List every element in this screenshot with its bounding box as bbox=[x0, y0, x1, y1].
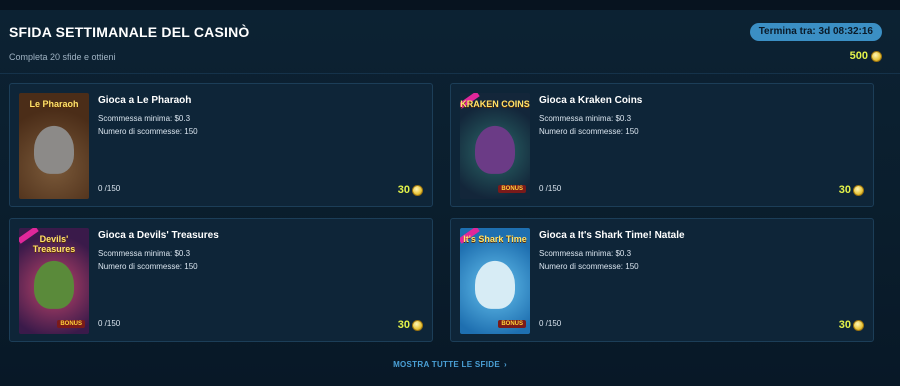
show-all-challenges-link[interactable]: MOSTRA TUTTE LE SFIDE › bbox=[0, 360, 900, 369]
challenge-title: Gioca a It's Shark Time! Natale bbox=[539, 230, 685, 241]
game-logo: KRAKEN COINS bbox=[460, 99, 530, 109]
challenge-min-bet: Scommessa minima: $0.3 bbox=[539, 114, 632, 123]
game-logo: It's Shark Time bbox=[463, 234, 527, 244]
coin-icon bbox=[412, 184, 423, 196]
challenge-min-bet: Scommessa minima: $0.3 bbox=[98, 249, 191, 258]
game-thumbnail-le-pharaoh[interactable]: Le Pharaoh bbox=[19, 93, 89, 199]
countdown-timer-badge: Termina tra: 3d 08:32:16 bbox=[749, 23, 882, 41]
challenge-bet-count: Numero di scommesse: 150 bbox=[98, 262, 198, 271]
coin-icon bbox=[871, 50, 882, 62]
challenge-min-bet: Scommessa minima: $0.3 bbox=[539, 249, 632, 258]
challenge-reward: 30 bbox=[398, 184, 423, 196]
challenge-progress: 0 /150 bbox=[539, 319, 562, 328]
challenge-reward-value: 30 bbox=[838, 319, 851, 331]
game-character-image bbox=[34, 125, 74, 174]
challenge-progress: 0 /150 bbox=[98, 184, 121, 193]
game-character-image bbox=[475, 260, 515, 309]
challenge-reward: 30 bbox=[839, 184, 864, 196]
coin-icon bbox=[853, 319, 864, 331]
game-logo: Devils' Treasures bbox=[32, 234, 76, 254]
show-all-label: MOSTRA TUTTE LE SFIDE bbox=[393, 360, 500, 369]
page-title: SFIDA SETTIMANALE DEL CASINÒ bbox=[9, 24, 250, 40]
game-thumbnail-devils-treasures[interactable]: Devils' Treasures BONUS bbox=[19, 228, 89, 334]
challenge-reward: 30 bbox=[839, 319, 864, 331]
challenge-bet-count: Numero di scommesse: 150 bbox=[539, 262, 639, 271]
game-thumbnail-its-shark-time[interactable]: It's Shark Time BONUS bbox=[460, 228, 530, 334]
challenge-subtitle: Completa 20 sfide e ottieni bbox=[9, 52, 116, 62]
game-logo: Le Pharaoh bbox=[29, 99, 79, 109]
game-thumbnail-kraken-coins[interactable]: KRAKEN COINS BONUS bbox=[460, 93, 530, 199]
challenge-bet-count: Numero di scommesse: 150 bbox=[98, 127, 198, 136]
game-character-image bbox=[34, 260, 74, 309]
bonus-badge-icon: BONUS bbox=[57, 320, 85, 328]
bonus-badge-icon: BONUS bbox=[498, 185, 526, 193]
challenge-card-its-shark-time[interactable]: It's Shark Time BONUS Gioca a It's Shark… bbox=[450, 218, 874, 342]
weekly-challenge-panel: SFIDA SETTIMANALE DEL CASINÒ Completa 20… bbox=[0, 10, 900, 386]
challenge-header: SFIDA SETTIMANALE DEL CASINÒ Completa 20… bbox=[0, 10, 900, 74]
challenge-progress: 0 /150 bbox=[539, 184, 562, 193]
challenge-progress: 0 /150 bbox=[98, 319, 121, 328]
coin-icon bbox=[853, 184, 864, 196]
challenge-card-devils-treasures[interactable]: Devils' Treasures BONUS Gioca a Devils' … bbox=[9, 218, 433, 342]
coin-icon bbox=[412, 319, 423, 331]
challenge-card-kraken-coins[interactable]: KRAKEN COINS BONUS Gioca a Kraken Coins … bbox=[450, 83, 874, 207]
challenge-reward-value: 30 bbox=[397, 319, 410, 331]
challenge-reward-value: 30 bbox=[397, 184, 410, 196]
challenge-reward: 30 bbox=[398, 319, 423, 331]
bonus-badge-icon: BONUS bbox=[498, 320, 526, 328]
challenge-reward-value: 30 bbox=[838, 184, 851, 196]
challenge-card-le-pharaoh[interactable]: Le Pharaoh Gioca a Le Pharaoh Scommessa … bbox=[9, 83, 433, 207]
challenge-title: Gioca a Le Pharaoh bbox=[98, 95, 192, 106]
chevron-right-icon: › bbox=[503, 360, 507, 369]
challenge-min-bet: Scommessa minima: $0.3 bbox=[98, 114, 191, 123]
challenge-title: Gioca a Devils' Treasures bbox=[98, 230, 219, 241]
total-reward-value: 500 bbox=[849, 50, 868, 62]
total-reward: 500 bbox=[850, 48, 882, 64]
challenge-bet-count: Numero di scommesse: 150 bbox=[539, 127, 639, 136]
challenge-title: Gioca a Kraken Coins bbox=[539, 95, 643, 106]
game-character-image bbox=[475, 125, 515, 174]
